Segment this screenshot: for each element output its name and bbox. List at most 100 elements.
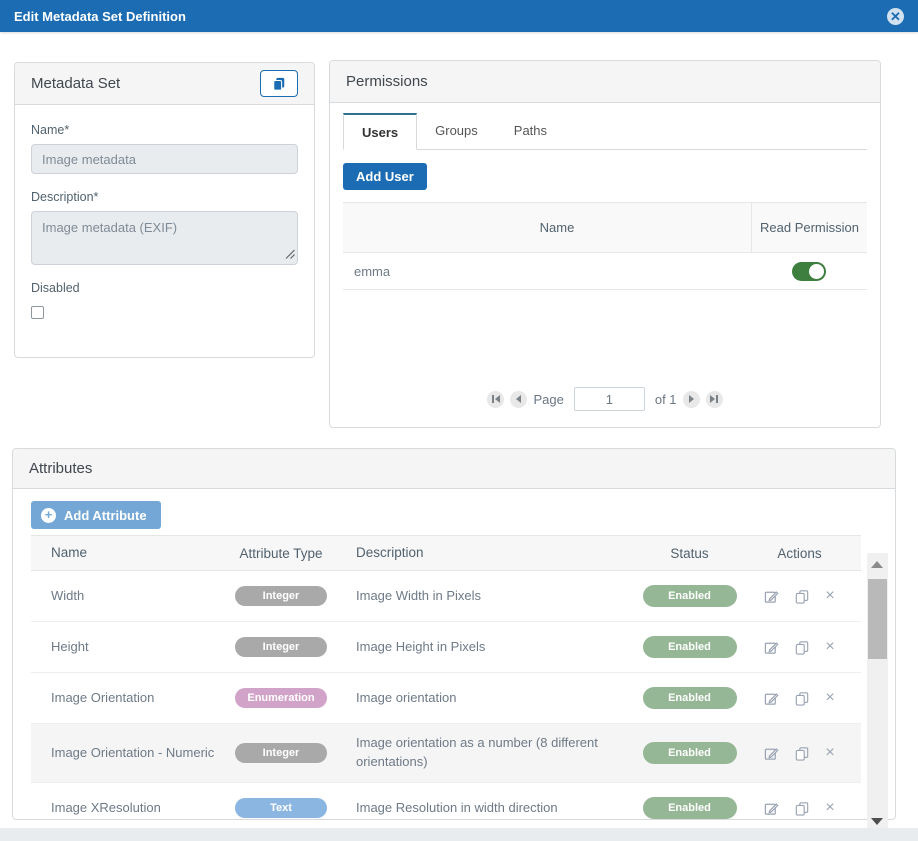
tab-groups[interactable]: Groups bbox=[417, 113, 496, 150]
attribute-name: Height bbox=[31, 638, 231, 657]
attribute-description: Image Height in Pixels bbox=[331, 638, 641, 657]
attribute-type-cell: Text bbox=[231, 798, 331, 818]
attribute-type-cell: Integer bbox=[231, 743, 331, 763]
name-input[interactable] bbox=[31, 144, 298, 174]
description-textarea[interactable]: Image metadata (EXIF) bbox=[31, 211, 298, 265]
attribute-actions-cell: × bbox=[738, 745, 861, 761]
attributes-table: NameAttribute TypeDescriptionStatusActio… bbox=[31, 535, 861, 819]
permissions-title: Permissions bbox=[346, 73, 428, 90]
edit-attribute-icon[interactable] bbox=[764, 745, 779, 761]
edit-attribute-icon[interactable] bbox=[764, 690, 779, 706]
pagination: Page of 1 bbox=[330, 387, 880, 411]
attribute-description: Image Resolution in width direction bbox=[331, 799, 641, 818]
dialog-titlebar: Edit Metadata Set Definition ✕ bbox=[0, 0, 918, 32]
description-value: Image metadata (EXIF) bbox=[42, 220, 177, 235]
column-header-read-permission: Read Permission bbox=[751, 203, 867, 252]
attribute-description: Image Width in Pixels bbox=[331, 587, 641, 606]
copy-attribute-icon[interactable] bbox=[795, 690, 809, 706]
attributes-table-body: WidthIntegerImage Width in PixelsEnabled… bbox=[31, 571, 861, 819]
copy-icon bbox=[272, 77, 286, 91]
name-label: Name* bbox=[31, 123, 298, 137]
attribute-type-badge: Integer bbox=[235, 637, 327, 657]
attribute-row: WidthIntegerImage Width in PixelsEnabled… bbox=[31, 571, 861, 622]
add-attribute-label: Add Attribute bbox=[64, 508, 147, 523]
permission-row: emma bbox=[343, 253, 867, 290]
copy-attribute-icon[interactable] bbox=[795, 639, 809, 655]
attributes-panel-header: Attributes bbox=[13, 449, 895, 489]
permissions-table: Name Read Permission emma bbox=[343, 202, 867, 290]
description-label: Description* bbox=[31, 190, 298, 204]
status-badge: Enabled bbox=[643, 687, 737, 709]
previous-page-button[interactable] bbox=[510, 391, 527, 408]
status-badge: Enabled bbox=[643, 797, 737, 819]
attributes-column-header: Attribute Type bbox=[231, 546, 331, 561]
close-icon[interactable]: ✕ bbox=[887, 8, 904, 25]
copy-metadata-set-button[interactable] bbox=[260, 70, 298, 97]
attribute-row: HeightIntegerImage Height in PixelsEnabl… bbox=[31, 622, 861, 673]
attribute-status-cell: Enabled bbox=[641, 585, 738, 607]
attribute-row: Image XResolutionTextImage Resolution in… bbox=[31, 783, 861, 819]
attributes-column-header: Name bbox=[31, 543, 231, 563]
metadata-set-title: Metadata Set bbox=[31, 75, 120, 92]
read-permission-cell bbox=[751, 262, 867, 281]
copy-attribute-icon[interactable] bbox=[795, 588, 809, 604]
metadata-set-panel-header: Metadata Set bbox=[15, 63, 314, 105]
scroll-up-icon[interactable] bbox=[871, 561, 883, 568]
attributes-column-header: Description bbox=[331, 543, 641, 563]
next-page-button[interactable] bbox=[683, 391, 700, 408]
edit-attribute-icon[interactable] bbox=[764, 800, 779, 816]
disabled-checkbox[interactable] bbox=[31, 306, 44, 319]
first-page-button[interactable] bbox=[487, 391, 504, 408]
delete-attribute-icon[interactable]: × bbox=[825, 800, 834, 816]
page-backdrop bbox=[0, 828, 918, 841]
last-page-button[interactable] bbox=[706, 391, 723, 408]
page-number-input[interactable] bbox=[574, 387, 645, 411]
attribute-row: Image Orientation - NumericIntegerImage … bbox=[31, 724, 861, 783]
attribute-actions-cell: × bbox=[738, 639, 861, 655]
attribute-row: Image OrientationEnumerationImage orient… bbox=[31, 673, 861, 724]
scroll-down-icon[interactable] bbox=[871, 818, 883, 825]
attribute-name: Image Orientation - Numeric bbox=[31, 744, 231, 763]
page-of-label: of 1 bbox=[655, 392, 677, 407]
delete-attribute-icon[interactable]: × bbox=[825, 639, 834, 655]
attribute-status-cell: Enabled bbox=[641, 636, 738, 658]
add-user-button[interactable]: Add User bbox=[343, 163, 427, 190]
attribute-status-cell: Enabled bbox=[641, 742, 738, 764]
permissions-table-header: Name Read Permission bbox=[343, 203, 867, 253]
attribute-name: Image Orientation bbox=[31, 689, 231, 708]
attributes-scrollbar[interactable] bbox=[867, 553, 888, 835]
copy-attribute-icon[interactable] bbox=[795, 800, 809, 816]
attribute-actions-cell: × bbox=[738, 690, 861, 706]
attribute-actions-cell: × bbox=[738, 588, 861, 604]
edit-attribute-icon[interactable] bbox=[764, 588, 779, 604]
scrollbar-thumb[interactable] bbox=[868, 579, 887, 659]
page-label: Page bbox=[533, 392, 563, 407]
attribute-type-badge: Integer bbox=[235, 586, 327, 606]
attribute-type-cell: Integer bbox=[231, 586, 331, 606]
resize-grip-icon[interactable] bbox=[285, 247, 295, 262]
copy-attribute-icon[interactable] bbox=[795, 745, 809, 761]
permissions-panel-header: Permissions bbox=[330, 61, 880, 103]
delete-attribute-icon[interactable]: × bbox=[825, 690, 834, 706]
read-permission-toggle[interactable] bbox=[792, 262, 826, 281]
delete-attribute-icon[interactable]: × bbox=[825, 745, 834, 761]
toggle-knob bbox=[809, 264, 824, 279]
attribute-type-cell: Integer bbox=[231, 637, 331, 657]
tab-users[interactable]: Users bbox=[343, 113, 417, 150]
add-attribute-button[interactable]: + Add Attribute bbox=[31, 501, 161, 529]
attribute-type-badge: Text bbox=[235, 798, 327, 818]
attribute-type-badge: Integer bbox=[235, 743, 327, 763]
column-header-name: Name bbox=[343, 203, 751, 252]
permission-user-name: emma bbox=[343, 264, 751, 279]
attribute-type-cell: Enumeration bbox=[231, 688, 331, 708]
attributes-panel: Attributes + Add Attribute NameAttribute… bbox=[12, 448, 896, 820]
metadata-set-panel: Metadata Set Name* Description* Image me… bbox=[14, 62, 315, 358]
permissions-tabs: UsersGroupsPaths bbox=[343, 113, 867, 150]
permissions-panel: Permissions UsersGroupsPaths Add User Na… bbox=[329, 60, 881, 428]
attribute-description: Image orientation bbox=[331, 689, 641, 708]
edit-attribute-icon[interactable] bbox=[764, 639, 779, 655]
delete-attribute-icon[interactable]: × bbox=[825, 588, 834, 604]
attributes-table-header: NameAttribute TypeDescriptionStatusActio… bbox=[31, 535, 861, 571]
tab-paths[interactable]: Paths bbox=[496, 113, 565, 150]
attributes-column-header: Status bbox=[641, 546, 738, 561]
